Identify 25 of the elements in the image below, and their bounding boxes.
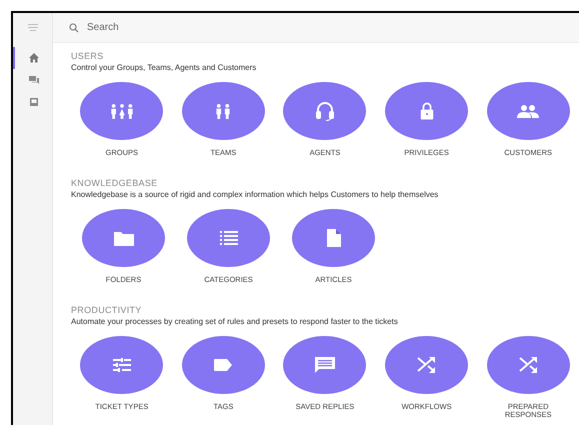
section-title: PRODUCTIVITY (71, 305, 143, 316)
people-pair-icon (214, 102, 232, 120)
section-title: KNOWLEDGEBASE (71, 178, 158, 189)
list-icon (220, 231, 238, 245)
document-icon (326, 229, 340, 247)
window-icon (28, 97, 38, 107)
people-icon (517, 104, 540, 118)
section-description: Automate your processes by creating set of rules and presets to respond faster to the tickets (71, 317, 399, 327)
search-field[interactable]: Search (53, 13, 579, 43)
chat-icon (28, 75, 38, 85)
shuffle-icon (417, 356, 436, 374)
tag-icon (214, 359, 232, 371)
section-description: Knowledgebase is a source of rigid and complex information which helps Customers to help themselves (71, 190, 440, 200)
message-icon (314, 357, 335, 373)
search-icon (69, 22, 79, 32)
home-icon (28, 53, 38, 63)
folder-icon (114, 230, 134, 246)
shuffle-icon (518, 356, 538, 374)
headset-icon (314, 100, 335, 122)
section-title: USERS (71, 51, 105, 62)
lock-icon (418, 102, 435, 120)
search-input[interactable]: Search (85, 19, 285, 36)
people-group-icon (108, 102, 135, 120)
sliders-icon (112, 358, 131, 372)
section-description: Control your Groups, Teams, Agents and Customers (71, 63, 258, 73)
